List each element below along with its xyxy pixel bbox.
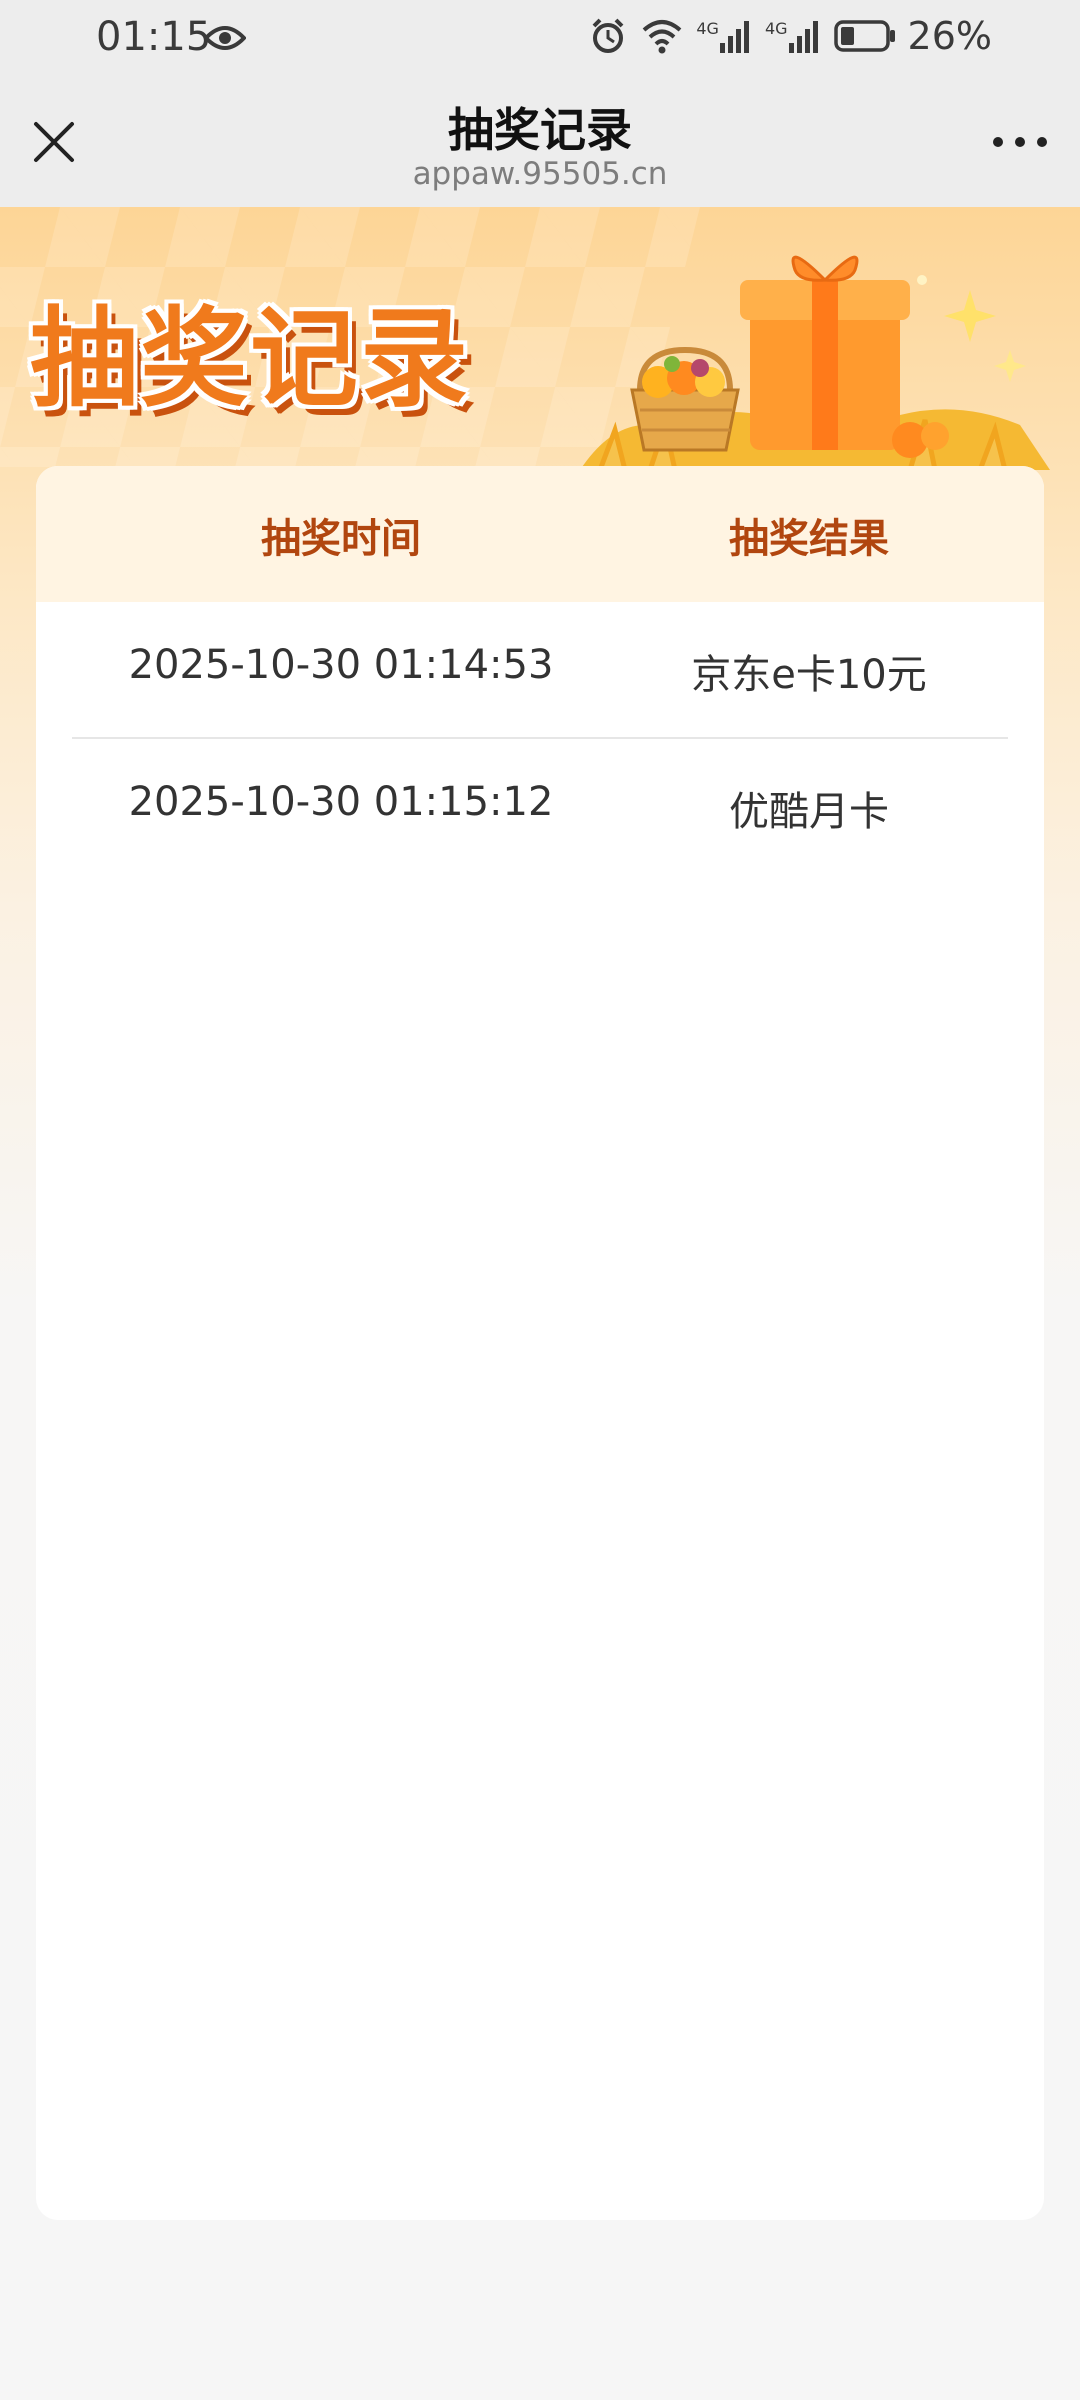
nav-url: appaw.95505.cn <box>412 156 668 192</box>
status-time: 01:15 <box>96 14 212 60</box>
status-icons: 4G 4G 26% <box>588 14 992 58</box>
network-label-b: 4G <box>764 19 788 38</box>
table-row: 2025-10-30 01:14:53 京东e卡10元 <box>72 602 1008 739</box>
wifi-icon <box>643 20 682 54</box>
banner-title: 抽奖记录 <box>30 296 471 422</box>
draw-time: 2025-10-30 01:15:12 <box>128 779 554 825</box>
more-icon[interactable] <box>988 122 1052 162</box>
gift-basket-illustration <box>580 255 1050 470</box>
alarm-icon <box>592 18 624 53</box>
battery-percent: 26% <box>907 14 992 58</box>
signal-4g-icon: 4G <box>696 19 753 53</box>
table-header: 抽奖时间 抽奖结果 <box>36 466 1044 602</box>
draw-time: 2025-10-30 01:14:53 <box>128 642 554 688</box>
column-header-result: 抽奖结果 <box>729 516 889 562</box>
eye-icon <box>204 26 246 50</box>
draw-result: 京东e卡10元 <box>691 652 927 698</box>
status-bar: 01:15 4G 4G 26% <box>0 0 1080 80</box>
column-header-time: 抽奖时间 <box>261 516 421 562</box>
records-card: 抽奖时间 抽奖结果 2025-10-30 01:14:53 京东e卡10元 20… <box>36 466 1044 2220</box>
nav-title: 抽奖记录 <box>448 103 632 157</box>
signal-4g-icon-2: 4G <box>765 19 822 53</box>
nav-bar: 抽奖记录 appaw.95505.cn <box>0 80 1080 207</box>
table-row: 2025-10-30 01:15:12 优酷月卡 <box>72 739 1008 874</box>
battery-icon <box>833 20 895 52</box>
draw-result: 优酷月卡 <box>729 789 889 835</box>
page: 01:15 4G 4G 26% 抽奖记录 appaw.95505.cn 抽奖记录… <box>0 0 1080 2400</box>
network-label-a: 4G <box>696 19 719 38</box>
